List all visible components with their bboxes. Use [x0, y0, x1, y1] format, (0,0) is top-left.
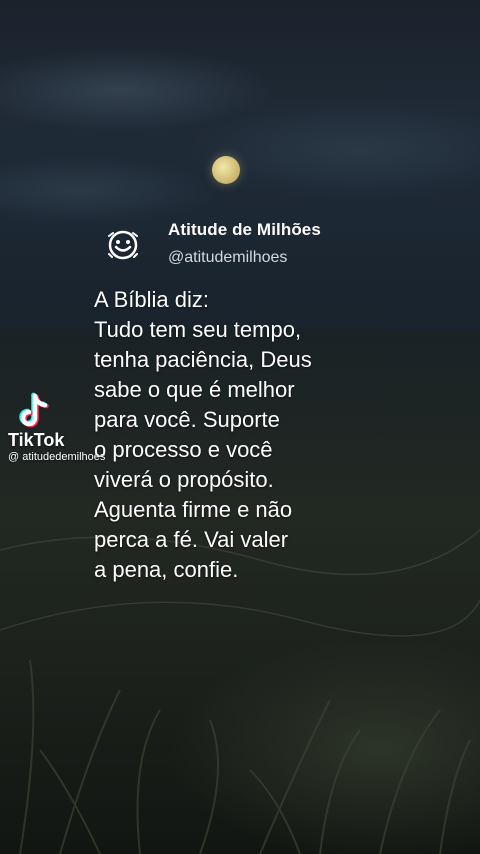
account-name[interactable]: Atitude de Milhões [168, 220, 321, 240]
account-handle[interactable]: @atitudemilhoes [168, 249, 287, 267]
moon [212, 156, 240, 184]
quote-line: para você. Suporte [94, 407, 280, 432]
quote-line: viverá o propósito. [94, 467, 274, 492]
quote-line: perca a fé. Vai valer [94, 527, 289, 552]
quote-line: a pena, confie. [94, 557, 239, 582]
quote-line: Aguenta firme e não [94, 497, 293, 522]
quote-text: A Bíblia diz: Tudo tem seu tempo, tenha … [94, 285, 394, 585]
smiley-icon [108, 230, 138, 260]
quote-line: tenha paciência, Deus [94, 347, 312, 372]
quote-line: A Bíblia diz: [94, 287, 209, 312]
tiktok-logo-icon [19, 392, 49, 428]
quote-line: sabe o que é melhor [94, 377, 295, 402]
quote-line: Tudo tem seu tempo, [94, 317, 302, 342]
tiktok-brand-label: TikTok [8, 430, 65, 450]
tiktok-username: @ atitudedemilhoes [8, 451, 106, 463]
quote-line: o processo e você [94, 437, 273, 462]
